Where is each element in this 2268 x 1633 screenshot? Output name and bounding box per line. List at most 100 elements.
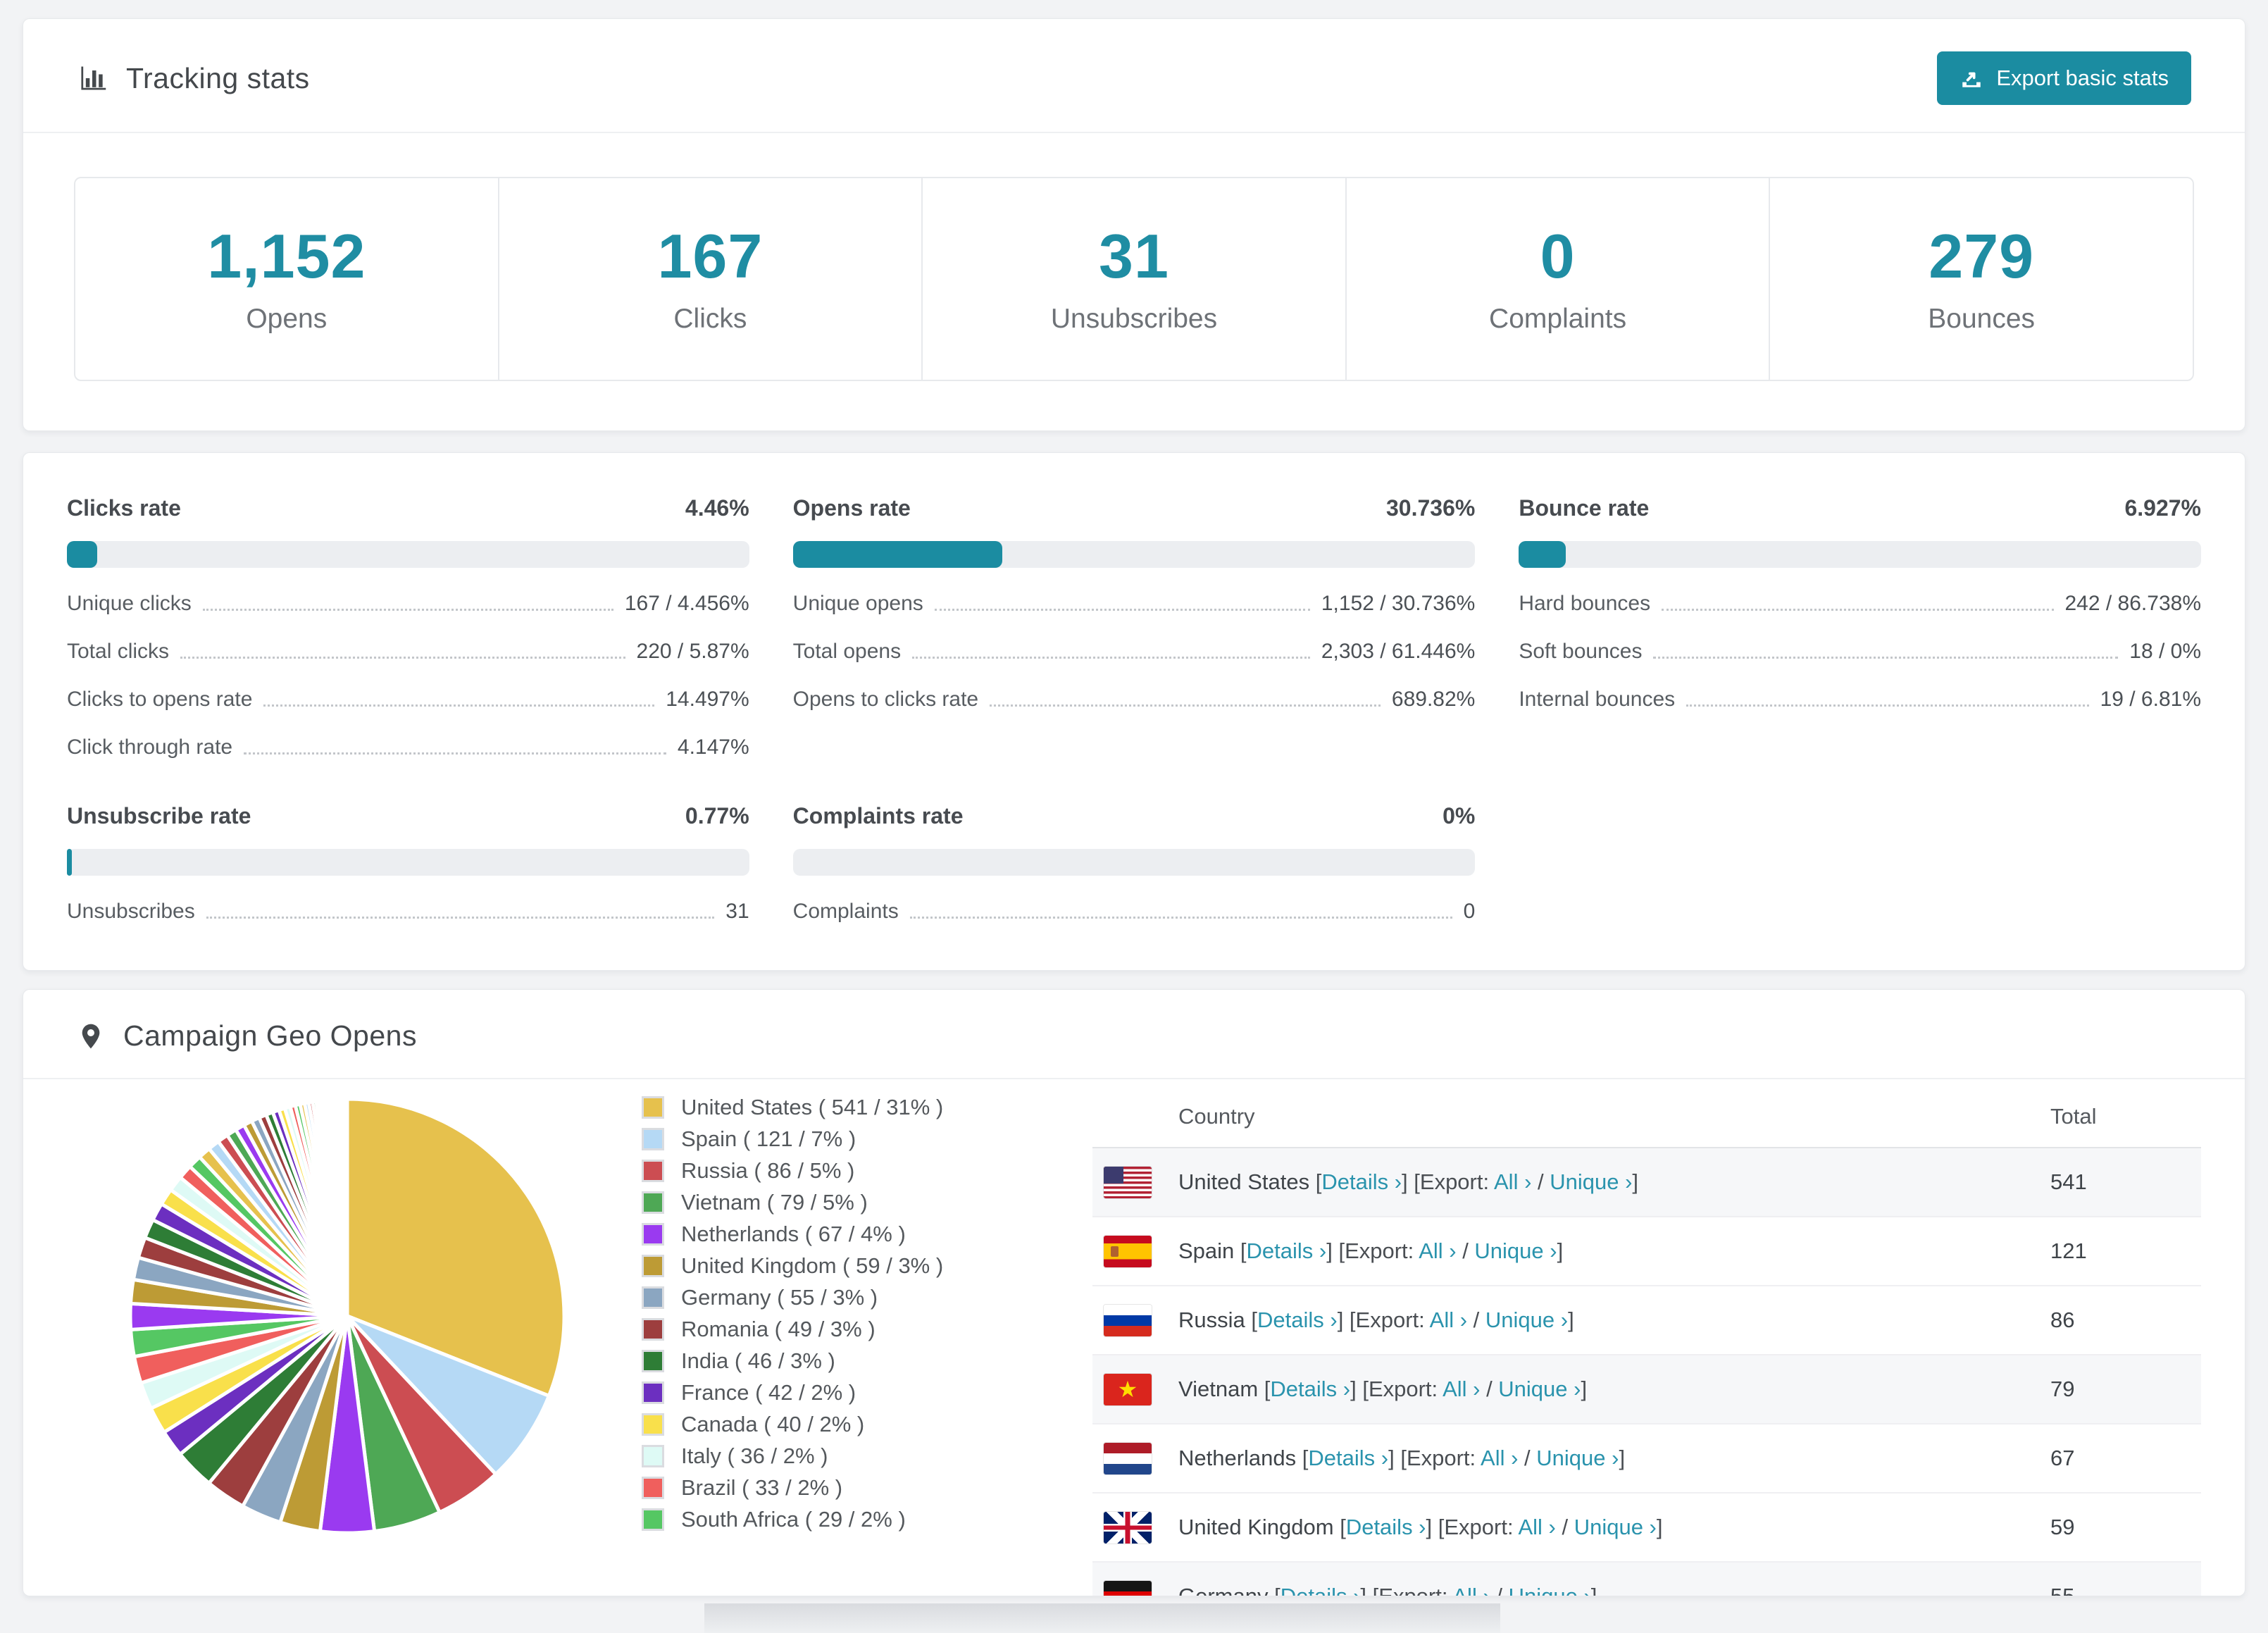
export-basic-stats-button[interactable]: Export basic stats	[1937, 51, 2191, 105]
details-link[interactable]: Details ›	[1321, 1169, 1402, 1194]
country-total: 55	[2050, 1584, 2075, 1596]
dotted-leader	[244, 752, 666, 755]
legend-item-netherlands[interactable]: Netherlands ( 67 / 4% )	[642, 1222, 1064, 1247]
legend-label: Brazil ( 33 / 2% )	[681, 1475, 843, 1500]
rate-row-total-opens: Total opens 2,303 / 61.446%	[793, 640, 1476, 664]
details-link[interactable]: Details ›	[1281, 1584, 1361, 1596]
country-name: Netherlands	[1178, 1446, 1297, 1470]
legend-label: Germany ( 55 / 3% )	[681, 1285, 878, 1310]
details-link[interactable]: Details ›	[1257, 1308, 1338, 1332]
rate-progress-bar	[67, 849, 749, 876]
dotted-leader	[202, 609, 613, 611]
country-name: Vietnam	[1178, 1377, 1259, 1401]
rate-row-value: 167 / 4.456%	[624, 592, 749, 615]
legend-item-canada[interactable]: Canada ( 40 / 2% )	[642, 1412, 1064, 1437]
country-total: 86	[2050, 1308, 2075, 1332]
legend-item-united-kingdom[interactable]: United Kingdom ( 59 / 3% )	[642, 1253, 1064, 1279]
legend-label: Netherlands ( 67 / 4% )	[681, 1222, 906, 1246]
legend-label: Romania ( 49 / 3% )	[681, 1317, 876, 1341]
rate-progress-fill	[1519, 541, 1566, 568]
rates-grid: Clicks rate 4.46% Unique clicks 167 / 4.456…	[67, 495, 2201, 924]
rate-row-value: 14.497%	[666, 688, 749, 711]
details-link[interactable]: Details ›	[1247, 1238, 1327, 1263]
rates-card: Clicks rate 4.46% Unique clicks 167 / 4.456…	[23, 452, 2245, 971]
export-button-label: Export basic stats	[1996, 66, 2169, 90]
rate-row-unique-opens: Unique opens 1,152 / 30.736%	[793, 592, 1476, 616]
all-link[interactable]: All ›	[1452, 1584, 1490, 1596]
rate-progress-bar	[67, 541, 749, 568]
rate-row-unique-clicks: Unique clicks 167 / 4.456%	[67, 592, 749, 616]
table-row-gb: United Kingdom [Details ›] [Export: All …	[1092, 1494, 2201, 1563]
unique-link[interactable]: Unique ›	[1574, 1515, 1657, 1539]
legend-item-india[interactable]: India ( 46 / 3% )	[642, 1348, 1064, 1374]
unique-link[interactable]: Unique ›	[1509, 1584, 1591, 1596]
rate-row-hard-bounces: Hard bounces 242 / 86.738%	[1519, 592, 2201, 616]
legend-item-vietnam[interactable]: Vietnam ( 79 / 5% )	[642, 1190, 1064, 1215]
details-link[interactable]: Details ›	[1346, 1515, 1426, 1539]
rate-value: 0%	[1443, 803, 1476, 828]
rate-title: Opens rate	[792, 495, 911, 521]
legend-item-france[interactable]: France ( 42 / 2% )	[642, 1380, 1064, 1405]
rate-row-clicks-to-opens-rate: Clicks to opens rate 14.497%	[67, 688, 749, 712]
stat-cell-unsubscribes: 31 Unsubscribes	[923, 178, 1347, 380]
stat-cell-complaints: 0 Complaints	[1347, 178, 1771, 380]
rate-row-value: 31	[725, 900, 749, 923]
flag-vn-icon: ★	[1104, 1373, 1152, 1405]
unique-link[interactable]: Unique ›	[1536, 1446, 1619, 1470]
legend-item-russia[interactable]: Russia ( 86 / 5% )	[642, 1158, 1064, 1184]
geo-table-body: United States [Details ›] [Export: All ›…	[1092, 1148, 2201, 1596]
legend-item-germany[interactable]: Germany ( 55 / 3% )	[642, 1285, 1064, 1310]
all-link[interactable]: All ›	[1481, 1446, 1518, 1470]
rate-row-internal-bounces: Internal bounces 19 / 6.81%	[1519, 688, 2201, 712]
rate-row-value: 19 / 6.81%	[2100, 688, 2201, 711]
details-link[interactable]: Details ›	[1308, 1446, 1388, 1470]
campaign-geo-opens-card: Campaign Geo Opens United States ( 541 /…	[23, 989, 2245, 1596]
rate-row-value: 1,152 / 30.736%	[1321, 592, 1476, 615]
all-link[interactable]: All ›	[1494, 1169, 1531, 1194]
legend-item-italy[interactable]: Italy ( 36 / 2% )	[642, 1443, 1064, 1469]
rate-block-bounce-rate: Bounce rate 6.927% Hard bounces 242 / 86.73…	[1519, 495, 2201, 759]
table-row-ru: Russia [Details ›] [Export: All › / Uniq…	[1092, 1286, 2201, 1355]
rate-progress-fill	[67, 541, 98, 568]
legend-swatch	[642, 1350, 664, 1372]
table-row-de: Germany [Details ›] [Export: All › / Uni…	[1092, 1563, 2201, 1596]
geo-table-header: Country Total	[1092, 1086, 2201, 1148]
geo-pie-svg	[128, 1097, 566, 1535]
unique-link[interactable]: Unique ›	[1474, 1238, 1557, 1263]
rate-row-value: 4.147%	[677, 735, 749, 759]
legend-item-united-states[interactable]: United States ( 541 / 31% )	[642, 1095, 1064, 1120]
unique-link[interactable]: Unique ›	[1550, 1169, 1632, 1194]
rate-progress-bar	[1519, 541, 2201, 568]
flag-de-icon	[1104, 1580, 1152, 1596]
stat-label: Unsubscribes	[1050, 304, 1218, 334]
geo-header: Campaign Geo Opens	[23, 990, 2245, 1079]
country-total: 59	[2050, 1515, 2075, 1539]
country-total: 541	[2050, 1169, 2087, 1194]
legend-label: Italy ( 36 / 2% )	[681, 1443, 828, 1468]
tracking-stats-card: Tracking stats Export basic stats 1,152 O…	[23, 18, 2245, 431]
geo-content: United States ( 541 / 31% ) Spain ( 121 /…	[23, 1079, 2245, 1596]
legend-item-romania[interactable]: Romania ( 49 / 3% )	[642, 1317, 1064, 1342]
rate-title: Clicks rate	[67, 495, 181, 521]
table-row-us: United States [Details ›] [Export: All ›…	[1092, 1148, 2201, 1217]
total-column-header: Total	[2050, 1104, 2097, 1129]
all-link[interactable]: All ›	[1430, 1308, 1467, 1332]
all-link[interactable]: All ›	[1419, 1238, 1456, 1263]
pie-slice-other[interactable]	[344, 1097, 349, 1317]
details-link[interactable]: Details ›	[1270, 1377, 1350, 1401]
unique-link[interactable]: Unique ›	[1498, 1377, 1581, 1401]
legend-item-spain[interactable]: Spain ( 121 / 7% )	[642, 1126, 1064, 1152]
legend-item-brazil[interactable]: Brazil ( 33 / 2% )	[642, 1475, 1064, 1501]
all-link[interactable]: All ›	[1443, 1377, 1480, 1401]
legend-item-south-africa[interactable]: South Africa ( 29 / 2% )	[642, 1507, 1064, 1532]
legend-swatch	[642, 1445, 664, 1467]
all-link[interactable]: All ›	[1518, 1515, 1555, 1539]
country-name: Germany	[1178, 1584, 1269, 1596]
unique-link[interactable]: Unique ›	[1485, 1308, 1568, 1332]
rate-row-total-clicks: Total clicks 220 / 5.87%	[67, 640, 749, 664]
rate-row-value: 0	[1463, 900, 1476, 923]
legend-swatch	[642, 1191, 664, 1214]
rate-row-label: Unique clicks	[67, 592, 192, 615]
rate-row-value: 689.82%	[1391, 688, 1476, 711]
country-name: Spain	[1178, 1238, 1235, 1263]
